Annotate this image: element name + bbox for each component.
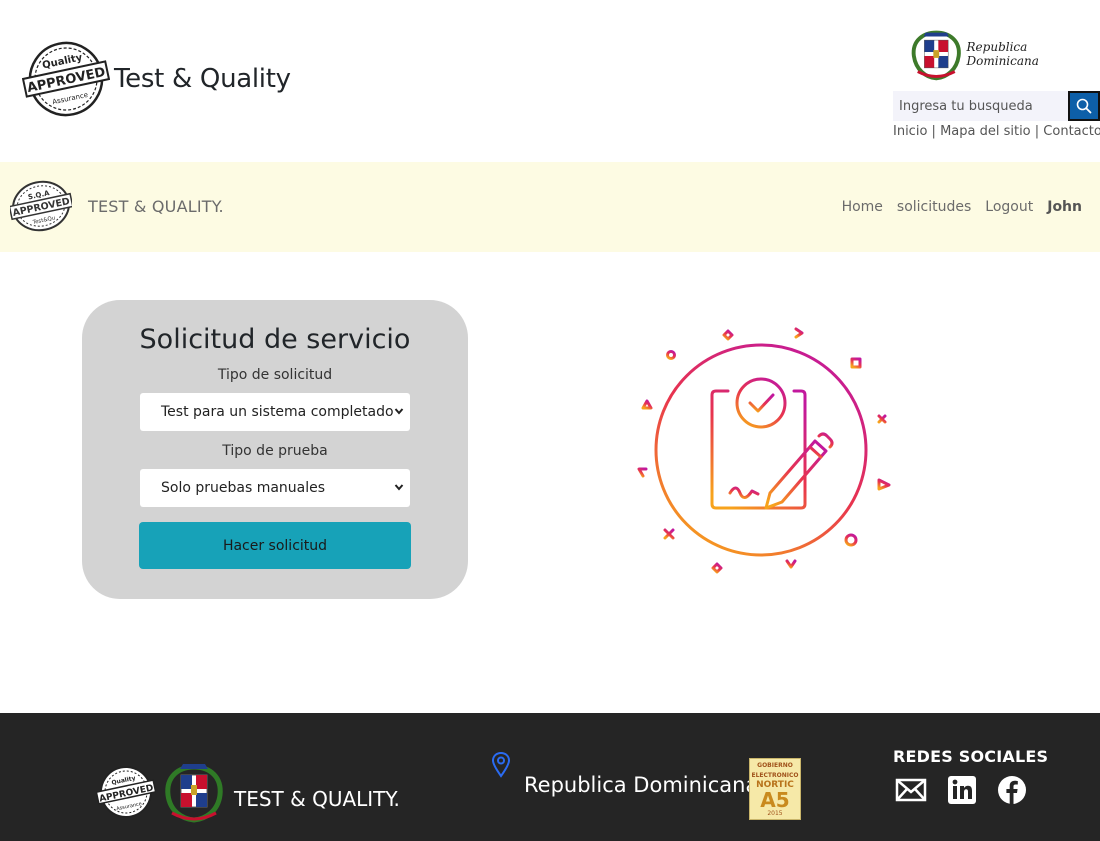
linkedin-icon[interactable] bbox=[947, 775, 977, 805]
link-separator: | bbox=[927, 124, 941, 139]
link-inicio[interactable]: Inicio bbox=[893, 124, 927, 139]
mail-icon[interactable] bbox=[895, 775, 927, 805]
link-mapa-del-sitio[interactable]: Mapa del sitio bbox=[940, 124, 1031, 139]
test-type-select[interactable]: Solo pruebas manuales bbox=[140, 469, 410, 507]
chevron-down-icon bbox=[394, 408, 404, 415]
nortic-a5-badge[interactable]: GOBIERNO ELECTRONICO NORTIC A5 2015 bbox=[749, 758, 801, 820]
badge-line-1: GOBIERNO bbox=[757, 762, 793, 769]
quality-approved-logo: Quality APPROVED Assurance bbox=[22, 41, 110, 117]
clipboard-checklist-icon bbox=[637, 327, 891, 574]
social-icons bbox=[895, 775, 1047, 805]
nav-links: Home solicitudes Logout John bbox=[828, 199, 1082, 215]
badge-line-2: ELECTRONICO bbox=[751, 772, 799, 779]
footer: APPROVED Quality Assurance TEST & QUALIT… bbox=[0, 713, 1100, 841]
form-title: Solicitud de servicio bbox=[139, 324, 411, 355]
link-contacto[interactable]: Contacto bbox=[1043, 124, 1100, 139]
clipboard-checklist-illustration bbox=[630, 318, 900, 580]
service-request-form: Solicitud de servicio Tipo de solicitud … bbox=[82, 300, 468, 599]
search-icon bbox=[1076, 98, 1092, 114]
request-type-label: Tipo de solicitud bbox=[217, 367, 333, 383]
top-links: Inicio | Mapa del sitio | Contacto bbox=[893, 124, 1100, 139]
request-type-value: Test para un sistema completado bbox=[161, 404, 394, 420]
gov-logo: Republica Dominicana bbox=[908, 26, 1100, 82]
navbar: S.Q.A APPROVED Test&Qu TEST & QUALITY. H… bbox=[0, 162, 1100, 252]
brand[interactable]: Quality APPROVED Assurance Test & Qualit… bbox=[22, 40, 291, 118]
footer-quality-approved-logo: APPROVED Quality Assurance bbox=[96, 766, 156, 818]
search-button[interactable] bbox=[1068, 91, 1100, 121]
brand-title: Test & Quality bbox=[114, 64, 291, 94]
footer-coat-of-arms-icon bbox=[165, 764, 223, 823]
test-type-value: Solo pruebas manuales bbox=[161, 480, 326, 496]
request-type-select[interactable]: Test para un sistema completado bbox=[140, 393, 410, 431]
submit-request-button[interactable]: Hacer solicitud bbox=[139, 522, 411, 569]
social-title: REDES SOCIALES bbox=[893, 747, 1049, 766]
footer-brand[interactable]: APPROVED Quality Assurance TEST & QUALIT… bbox=[96, 759, 400, 825]
nav-item-logout[interactable]: Logout bbox=[985, 199, 1033, 215]
search-box bbox=[893, 91, 1100, 121]
chevron-down-icon bbox=[394, 484, 404, 491]
footer-location: Republica Dominicana bbox=[490, 751, 758, 797]
approved-stamp-logo: S.Q.A APPROVED Test&Qu bbox=[10, 180, 72, 232]
top-header: Quality APPROVED Assurance Test & Qualit… bbox=[0, 0, 1100, 162]
nav-brand[interactable]: S.Q.A APPROVED Test&Qu TEST & QUALITY. bbox=[10, 179, 224, 233]
gov-logo-text: Republica Dominicana bbox=[966, 40, 1039, 68]
test-type-label: Tipo de prueba bbox=[222, 443, 328, 459]
badge-line-4: A5 bbox=[760, 788, 790, 812]
map-pin-icon bbox=[491, 751, 511, 778]
badge-line-5: 2015 bbox=[767, 810, 783, 817]
footer-brand-text: TEST & QUALITY. bbox=[234, 787, 400, 811]
nav-brand-text: TEST & QUALITY. bbox=[88, 196, 224, 216]
nav-user-name[interactable]: John bbox=[1047, 199, 1082, 215]
footer-location-text: Republica Dominicana bbox=[524, 773, 759, 797]
coat-of-arms-icon bbox=[911, 30, 961, 81]
link-separator: | bbox=[1030, 124, 1044, 139]
search-input[interactable] bbox=[893, 91, 1068, 121]
nav-item-solicitudes[interactable]: solicitudes bbox=[897, 199, 971, 215]
nav-item-home[interactable]: Home bbox=[842, 199, 883, 215]
facebook-icon[interactable] bbox=[997, 775, 1027, 805]
